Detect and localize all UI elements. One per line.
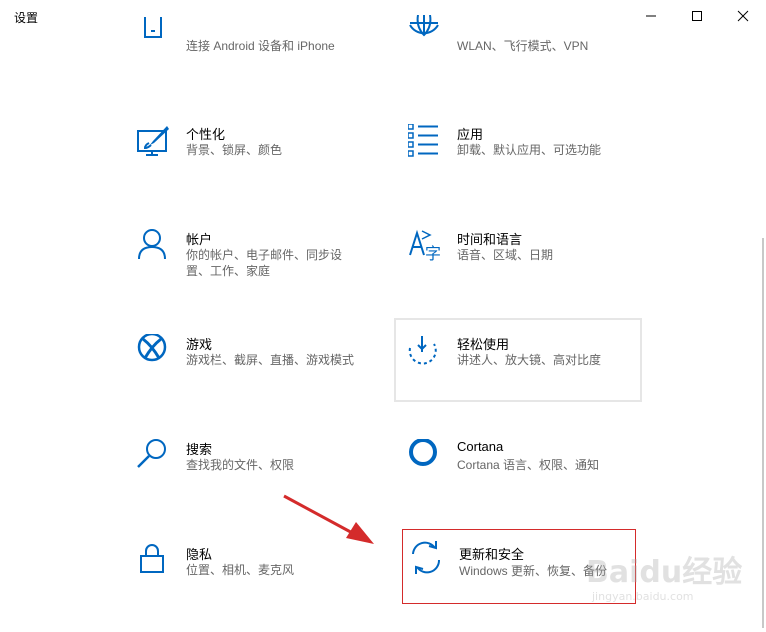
tile-privacy-name: 隐私: [186, 547, 213, 562]
tile-personalize[interactable]: 个性化 背景、锁屏、颜色: [137, 124, 377, 204]
sync-icon: [412, 541, 441, 574]
tile-phone[interactable]: 连接 Android 设备和 iPhone: [137, 17, 377, 107]
cortana-icon: [409, 439, 437, 466]
tile-privacy[interactable]: 隐私 位置、相机、麦克风: [137, 544, 377, 624]
tile-apps-desc: 卸载、默认应用、可选功能: [457, 143, 602, 157]
globe-icon: [409, 15, 439, 37]
tile-accounts[interactable]: 帐户 你的帐户、电子邮件、同步设 置、工作、家庭: [137, 229, 377, 309]
tile-accounts-name: 帐户: [186, 232, 213, 247]
tile-network-desc: WLAN、飞行模式、VPN: [457, 39, 589, 53]
tile-personalize-name: 个性化: [186, 127, 226, 142]
tile-time-language-name: 时间和语言: [457, 232, 523, 247]
vertical-scrollbar[interactable]: [762, 238, 764, 628]
tile-ease-of-access-name: 轻松使用: [457, 337, 510, 352]
svg-text:Baidu经验: Baidu经验: [586, 555, 742, 590]
close-icon: [737, 10, 749, 22]
phone-icon: [144, 17, 162, 38]
tile-accounts-desc-line1: 你的帐户、电子邮件、同步设: [186, 248, 343, 262]
search-icon: [137, 439, 166, 468]
annotation-arrow-icon: [283, 494, 374, 544]
tile-phone-desc: 连接 Android 设备和 iPhone: [186, 39, 335, 53]
tile-search-name: 搜索: [186, 442, 213, 457]
window-title: 设置: [14, 11, 39, 25]
tile-cortana-desc: Cortana 语言、权限、通知: [457, 458, 600, 472]
apps-list-icon: [408, 124, 438, 157]
tile-gaming[interactable]: 游戏 游戏栏、截屏、直播、游戏模式: [137, 334, 377, 414]
tile-ease-of-access-desc: 讲述人、放大镜、高对比度: [457, 353, 602, 367]
tile-gaming-name: 游戏: [186, 337, 213, 352]
ease-of-access-icon: [408, 336, 437, 365]
tile-personalize-desc: 背景、锁屏、颜色: [186, 143, 283, 157]
tile-update-security-name: 更新和安全: [459, 547, 525, 562]
tile-accounts-desc-line2: 置、工作、家庭: [186, 264, 271, 278]
maximize-icon: [692, 11, 702, 21]
baidu-watermark-logo: Baidu经验 jingyan.baidu.com: [586, 555, 742, 603]
tile-time-language[interactable]: 字 时间和语言 语音、区域、日期: [408, 229, 648, 309]
tile-ease-of-access[interactable]: 轻松使用 讲述人、放大镜、高对比度: [394, 318, 642, 402]
tile-network[interactable]: WLAN、飞行模式、VPN: [408, 15, 648, 107]
tile-cortana[interactable]: Cortana Cortana 语言、权限、通知: [408, 439, 648, 519]
language-icon: 字: [409, 229, 441, 263]
person-icon: [138, 229, 166, 260]
title-bar: 设置: [0, 0, 766, 32]
tile-apps[interactable]: 应用 卸载、默认应用、可选功能: [408, 124, 648, 204]
tile-apps-name: 应用: [457, 127, 484, 142]
tile-privacy-desc: 位置、相机、麦克风: [186, 563, 295, 577]
minimize-icon: [646, 15, 656, 17]
svg-text:字: 字: [425, 244, 441, 263]
tile-search-desc: 查找我的文件、权限: [186, 458, 295, 472]
maximize-button[interactable]: [674, 0, 720, 32]
tile-gaming-desc: 游戏栏、截屏、直播、游戏模式: [186, 353, 355, 367]
svg-text:jingyan.baidu.com: jingyan.baidu.com: [591, 590, 694, 603]
paint-brush-icon: [137, 126, 169, 156]
xbox-icon: [137, 334, 167, 362]
tile-time-language-desc: 语音、区域、日期: [457, 248, 554, 262]
lock-icon: [140, 544, 164, 573]
tile-cortana-name: Cortana: [457, 439, 504, 454]
close-button[interactable]: [720, 0, 766, 32]
